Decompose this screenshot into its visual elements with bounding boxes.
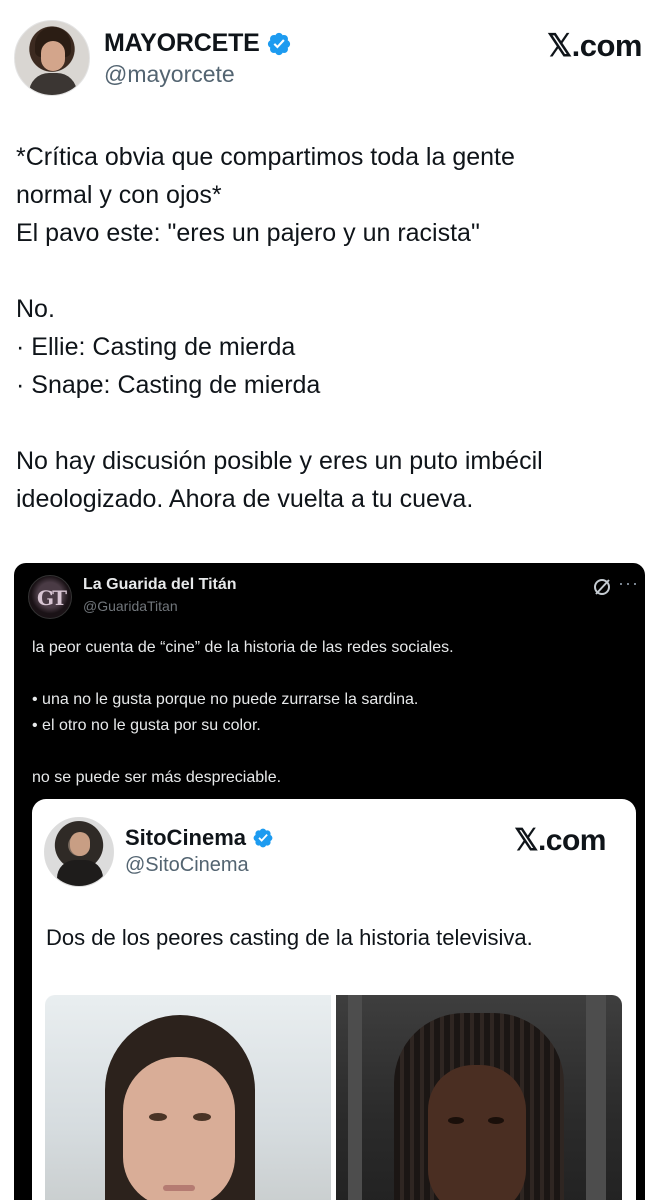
media-image-left[interactable] bbox=[45, 995, 331, 1200]
tweet-text: *Crítica obvia que compartimos toda la g… bbox=[16, 138, 646, 518]
quoted-author-name[interactable]: La Guarida del Titán bbox=[83, 576, 237, 594]
embedded-author-name[interactable]: SitoCinema bbox=[125, 825, 246, 851]
media-image-right[interactable] bbox=[336, 995, 622, 1200]
quoted-author-handle[interactable]: @GuaridaTitan bbox=[83, 598, 178, 614]
embedded-name-row: SitoCinema bbox=[125, 825, 274, 851]
embedded-author-avatar[interactable] bbox=[44, 817, 114, 887]
quoted-tweet-body: la peor cuenta de “cine” de la historia … bbox=[32, 639, 454, 786]
author-name[interactable]: MAYORCETE bbox=[104, 29, 260, 58]
tweet-body: *Crítica obvia que compartimos toda la g… bbox=[16, 143, 543, 513]
embedded-tweet-text: Dos de los peores casting de la historia… bbox=[46, 925, 533, 950]
quoted-tweet-text: la peor cuenta de “cine” de la historia … bbox=[32, 635, 632, 791]
x-com-label: 𝕏.com bbox=[547, 28, 642, 63]
embedded-author-handle[interactable]: @SitoCinema bbox=[125, 854, 249, 877]
grok-icon[interactable] bbox=[592, 577, 612, 597]
verified-badge-icon bbox=[253, 828, 273, 848]
quoted-author-avatar[interactable]: GT bbox=[28, 575, 72, 619]
quoted-avatar-logo: GT bbox=[37, 586, 67, 610]
author-block: MAYORCETE @mayorcete bbox=[104, 29, 292, 88]
more-options-icon[interactable]: ··· bbox=[618, 573, 639, 594]
quoted-tweet-card[interactable]: GT La Guarida del Titán @GuaridaTitan ··… bbox=[14, 563, 645, 1200]
tweet-header: MAYORCETE @mayorcete 𝕏.com bbox=[14, 20, 646, 100]
x-com-brand: 𝕏.com bbox=[547, 28, 642, 64]
author-handle[interactable]: @mayorcete bbox=[104, 61, 292, 88]
embedded-x-com-brand: 𝕏.com bbox=[514, 823, 606, 858]
author-avatar[interactable] bbox=[14, 20, 90, 96]
embedded-screenshot-card[interactable]: SitoCinema @SitoCinema 𝕏.com Dos de los … bbox=[32, 799, 636, 1200]
verified-badge-icon bbox=[267, 32, 290, 55]
embedded-x-com-label: 𝕏.com bbox=[514, 824, 606, 857]
